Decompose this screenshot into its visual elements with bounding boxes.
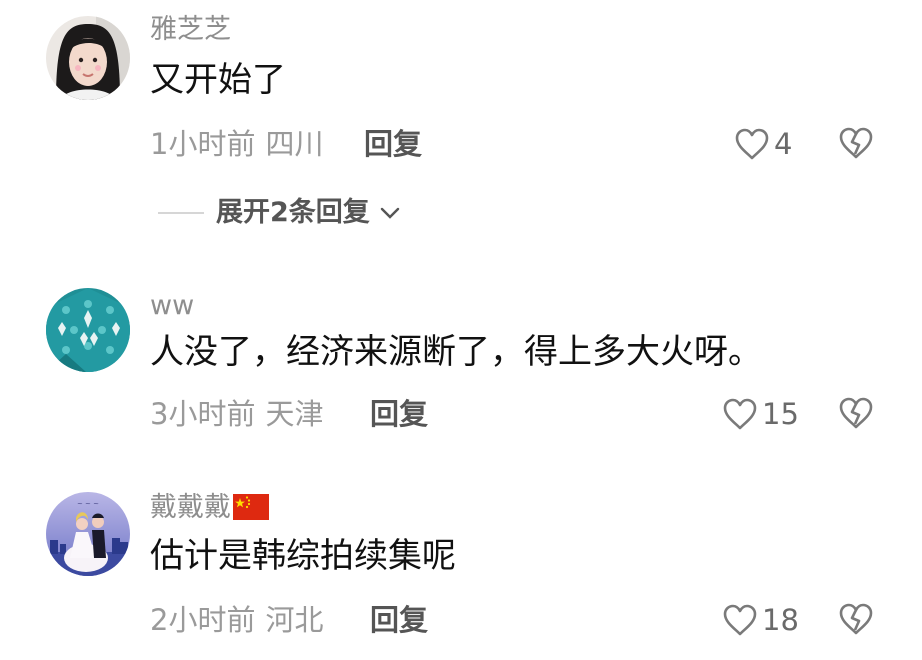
comment-text: 人没了，经济来源断了，得上多大火呀。 — [150, 332, 762, 372]
reply-button[interactable]: 回复 — [370, 396, 428, 432]
reply-button[interactable]: 回复 — [370, 602, 428, 638]
like-count: 18 — [762, 603, 799, 637]
comment-time: 3小时前 — [150, 397, 256, 431]
like-button[interactable]: 15 — [722, 396, 799, 432]
username-text: 戴戴戴 — [150, 492, 231, 523]
comment-location: 四川 — [265, 127, 324, 161]
comment-location: 天津 — [265, 397, 324, 431]
avatar[interactable]: ~ ~ ~ — [46, 492, 130, 576]
comment-text: 又开始了 — [150, 60, 286, 100]
expand-replies-button[interactable]: 展开2条回复 — [158, 196, 402, 230]
svg-text:~ ~ ~: ~ ~ ~ — [77, 500, 99, 508]
comment-meta: 3小时前 天津 — [150, 396, 323, 432]
username[interactable]: 雅芝芝 — [150, 14, 231, 46]
like-count: 4 — [774, 127, 793, 161]
dislike-button[interactable] — [838, 126, 874, 164]
heart-outline-icon — [723, 398, 757, 430]
broken-heart-icon — [839, 603, 873, 635]
dislike-button[interactable] — [838, 396, 874, 434]
china-flag-icon — [233, 494, 269, 520]
like-button[interactable]: 4 — [734, 126, 792, 162]
dislike-button[interactable] — [838, 602, 874, 640]
comment-time: 1小时前 — [150, 127, 256, 161]
avatar[interactable] — [46, 16, 130, 100]
comment-meta: 2小时前 河北 — [150, 602, 323, 638]
broken-heart-icon — [839, 127, 873, 159]
heart-outline-icon — [735, 128, 769, 160]
avatar[interactable] — [46, 288, 130, 372]
reply-button[interactable]: 回复 — [364, 126, 422, 162]
divider — [158, 212, 204, 214]
comment-meta: 1小时前 四川 — [150, 126, 323, 162]
heart-outline-icon — [723, 604, 757, 636]
chevron-down-icon — [380, 207, 399, 219]
broken-heart-icon — [839, 397, 873, 429]
comment-text: 估计是韩综拍续集呢 — [150, 536, 456, 576]
like-button[interactable]: 18 — [722, 602, 799, 638]
like-count: 15 — [762, 397, 799, 431]
comment-location: 河北 — [265, 603, 324, 637]
expand-replies-label: 展开2条回复 — [216, 197, 370, 228]
username[interactable]: ww — [150, 290, 194, 322]
username[interactable]: 戴戴戴 — [150, 492, 269, 524]
comment-time: 2小时前 — [150, 603, 256, 637]
